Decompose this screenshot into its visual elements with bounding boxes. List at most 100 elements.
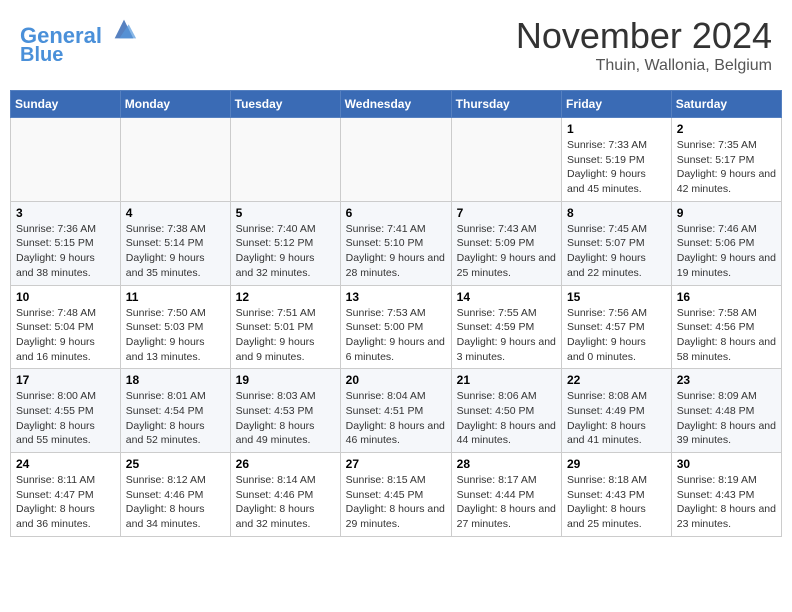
- calendar-cell: [230, 118, 340, 202]
- day-number: 19: [236, 373, 335, 387]
- day-info: Sunrise: 7:56 AMSunset: 4:57 PMDaylight:…: [567, 306, 666, 365]
- calendar-header-thursday: Thursday: [451, 91, 561, 118]
- calendar-cell: 20 Sunrise: 8:04 AMSunset: 4:51 PMDayligh…: [340, 369, 451, 453]
- day-number: 17: [16, 373, 115, 387]
- calendar-cell: 24 Sunrise: 8:11 AMSunset: 4:47 PMDayligh…: [11, 453, 121, 537]
- calendar-cell: 23 Sunrise: 8:09 AMSunset: 4:48 PMDayligh…: [671, 369, 781, 453]
- day-info: Sunrise: 8:01 AMSunset: 4:54 PMDaylight:…: [126, 389, 225, 448]
- day-number: 6: [346, 206, 446, 220]
- calendar-cell: 16 Sunrise: 7:58 AMSunset: 4:56 PMDayligh…: [671, 285, 781, 369]
- month-title: November 2024: [516, 15, 772, 57]
- day-number: 29: [567, 457, 666, 471]
- day-number: 10: [16, 290, 115, 304]
- calendar-cell: 22 Sunrise: 8:08 AMSunset: 4:49 PMDayligh…: [562, 369, 672, 453]
- day-number: 14: [457, 290, 556, 304]
- day-info: Sunrise: 8:08 AMSunset: 4:49 PMDaylight:…: [567, 389, 666, 448]
- day-number: 8: [567, 206, 666, 220]
- calendar-cell: 1 Sunrise: 7:33 AMSunset: 5:19 PMDaylight…: [562, 118, 672, 202]
- day-number: 18: [126, 373, 225, 387]
- calendar-cell: 14 Sunrise: 7:55 AMSunset: 4:59 PMDayligh…: [451, 285, 561, 369]
- day-number: 3: [16, 206, 115, 220]
- calendar-cell: 7Sunrise: 7:43 AMSunset: 5:09 PMDaylight…: [451, 201, 561, 285]
- calendar-cell: [11, 118, 121, 202]
- day-info: Sunrise: 8:17 AMSunset: 4:44 PMDaylight:…: [457, 473, 556, 532]
- day-number: 1: [567, 122, 666, 136]
- calendar-cell: 15 Sunrise: 7:56 AMSunset: 4:57 PMDayligh…: [562, 285, 672, 369]
- day-number: 4: [126, 206, 225, 220]
- day-info: Sunrise: 7:40 AMSunset: 5:12 PMDaylight:…: [236, 222, 335, 281]
- day-number: 7: [457, 206, 556, 220]
- day-info: Sunrise: 7:50 AMSunset: 5:03 PMDaylight:…: [126, 306, 225, 365]
- calendar-cell: 5 Sunrise: 7:40 AMSunset: 5:12 PMDaylight…: [230, 201, 340, 285]
- calendar-cell: [451, 118, 561, 202]
- calendar-cell: 4 Sunrise: 7:38 AMSunset: 5:14 PMDaylight…: [120, 201, 230, 285]
- day-info: Sunrise: 8:04 AMSunset: 4:51 PMDaylight:…: [346, 389, 446, 448]
- day-number: 5: [236, 206, 335, 220]
- day-number: 2: [677, 122, 776, 136]
- calendar-cell: 29 Sunrise: 8:18 AMSunset: 4:43 PMDayligh…: [562, 453, 672, 537]
- calendar-week-row: 17 Sunrise: 8:00 AMSunset: 4:55 PMDayligh…: [11, 369, 782, 453]
- day-info: Sunrise: 8:14 AMSunset: 4:46 PMDaylight:…: [236, 473, 335, 532]
- day-number: 25: [126, 457, 225, 471]
- day-info: Sunrise: 7:53 AMSunset: 5:00 PMDaylight:…: [346, 306, 446, 365]
- calendar-header-friday: Friday: [562, 91, 672, 118]
- calendar-header-monday: Monday: [120, 91, 230, 118]
- day-info: Sunrise: 7:33 AMSunset: 5:19 PMDaylight:…: [567, 138, 666, 197]
- calendar-cell: 25 Sunrise: 8:12 AMSunset: 4:46 PMDayligh…: [120, 453, 230, 537]
- calendar-cell: 17 Sunrise: 8:00 AMSunset: 4:55 PMDayligh…: [11, 369, 121, 453]
- day-info: Sunrise: 7:48 AMSunset: 5:04 PMDaylight:…: [16, 306, 115, 365]
- calendar-cell: 28 Sunrise: 8:17 AMSunset: 4:44 PMDayligh…: [451, 453, 561, 537]
- day-number: 11: [126, 290, 225, 304]
- day-info: Sunrise: 8:00 AMSunset: 4:55 PMDaylight:…: [16, 389, 115, 448]
- day-number: 23: [677, 373, 776, 387]
- day-info: Sunrise: 7:41 AMSunset: 5:10 PMDaylight:…: [346, 222, 446, 281]
- calendar-cell: 8 Sunrise: 7:45 AMSunset: 5:07 PMDaylight…: [562, 201, 672, 285]
- logo-icon: [110, 15, 138, 43]
- day-number: 21: [457, 373, 556, 387]
- calendar-header-wednesday: Wednesday: [340, 91, 451, 118]
- calendar-cell: 9Sunrise: 7:46 AMSunset: 5:06 PMDaylight…: [671, 201, 781, 285]
- day-number: 12: [236, 290, 335, 304]
- calendar-cell: 2 Sunrise: 7:35 AMSunset: 5:17 PMDaylight…: [671, 118, 781, 202]
- day-info: Sunrise: 8:18 AMSunset: 4:43 PMDaylight:…: [567, 473, 666, 532]
- day-info: Sunrise: 7:51 AMSunset: 5:01 PMDaylight:…: [236, 306, 335, 365]
- day-number: 27: [346, 457, 446, 471]
- day-number: 24: [16, 457, 115, 471]
- day-number: 15: [567, 290, 666, 304]
- day-info: Sunrise: 7:38 AMSunset: 5:14 PMDaylight:…: [126, 222, 225, 281]
- calendar-cell: 18 Sunrise: 8:01 AMSunset: 4:54 PMDayligh…: [120, 369, 230, 453]
- calendar-week-row: 24 Sunrise: 8:11 AMSunset: 4:47 PMDayligh…: [11, 453, 782, 537]
- day-info: Sunrise: 8:11 AMSunset: 4:47 PMDaylight:…: [16, 473, 115, 532]
- calendar-cell: 3Sunrise: 7:36 AMSunset: 5:15 PMDaylight…: [11, 201, 121, 285]
- calendar-header-row: SundayMondayTuesdayWednesdayThursdayFrid…: [11, 91, 782, 118]
- calendar-header-sunday: Sunday: [11, 91, 121, 118]
- calendar-cell: 26 Sunrise: 8:14 AMSunset: 4:46 PMDayligh…: [230, 453, 340, 537]
- calendar-cell: 10 Sunrise: 7:48 AMSunset: 5:04 PMDayligh…: [11, 285, 121, 369]
- day-info: Sunrise: 7:46 AMSunset: 5:06 PMDaylight:…: [677, 222, 776, 281]
- header: General Blue November 2024 Thuin, Wallon…: [10, 10, 782, 80]
- day-info: Sunrise: 7:58 AMSunset: 4:56 PMDaylight:…: [677, 306, 776, 365]
- calendar-week-row: 10 Sunrise: 7:48 AMSunset: 5:04 PMDayligh…: [11, 285, 782, 369]
- calendar-cell: 12 Sunrise: 7:51 AMSunset: 5:01 PMDayligh…: [230, 285, 340, 369]
- calendar-cell: 19 Sunrise: 8:03 AMSunset: 4:53 PMDayligh…: [230, 369, 340, 453]
- day-number: 28: [457, 457, 556, 471]
- day-number: 22: [567, 373, 666, 387]
- day-info: Sunrise: 8:09 AMSunset: 4:48 PMDaylight:…: [677, 389, 776, 448]
- day-number: 16: [677, 290, 776, 304]
- day-number: 26: [236, 457, 335, 471]
- day-info: Sunrise: 8:03 AMSunset: 4:53 PMDaylight:…: [236, 389, 335, 448]
- calendar-cell: 11 Sunrise: 7:50 AMSunset: 5:03 PMDayligh…: [120, 285, 230, 369]
- location-subtitle: Thuin, Wallonia, Belgium: [516, 57, 772, 75]
- day-info: Sunrise: 8:12 AMSunset: 4:46 PMDaylight:…: [126, 473, 225, 532]
- calendar-body: 1 Sunrise: 7:33 AMSunset: 5:19 PMDaylight…: [11, 118, 782, 537]
- calendar-week-row: 1 Sunrise: 7:33 AMSunset: 5:19 PMDaylight…: [11, 118, 782, 202]
- day-number: 20: [346, 373, 446, 387]
- title-area: November 2024 Thuin, Wallonia, Belgium: [516, 15, 772, 75]
- day-info: Sunrise: 7:55 AMSunset: 4:59 PMDaylight:…: [457, 306, 556, 365]
- calendar-week-row: 3Sunrise: 7:36 AMSunset: 5:15 PMDaylight…: [11, 201, 782, 285]
- calendar-header-tuesday: Tuesday: [230, 91, 340, 118]
- calendar-cell: 27Sunrise: 8:15 AMSunset: 4:45 PMDayligh…: [340, 453, 451, 537]
- day-info: Sunrise: 7:35 AMSunset: 5:17 PMDaylight:…: [677, 138, 776, 197]
- day-info: Sunrise: 7:45 AMSunset: 5:07 PMDaylight:…: [567, 222, 666, 281]
- calendar-header-saturday: Saturday: [671, 91, 781, 118]
